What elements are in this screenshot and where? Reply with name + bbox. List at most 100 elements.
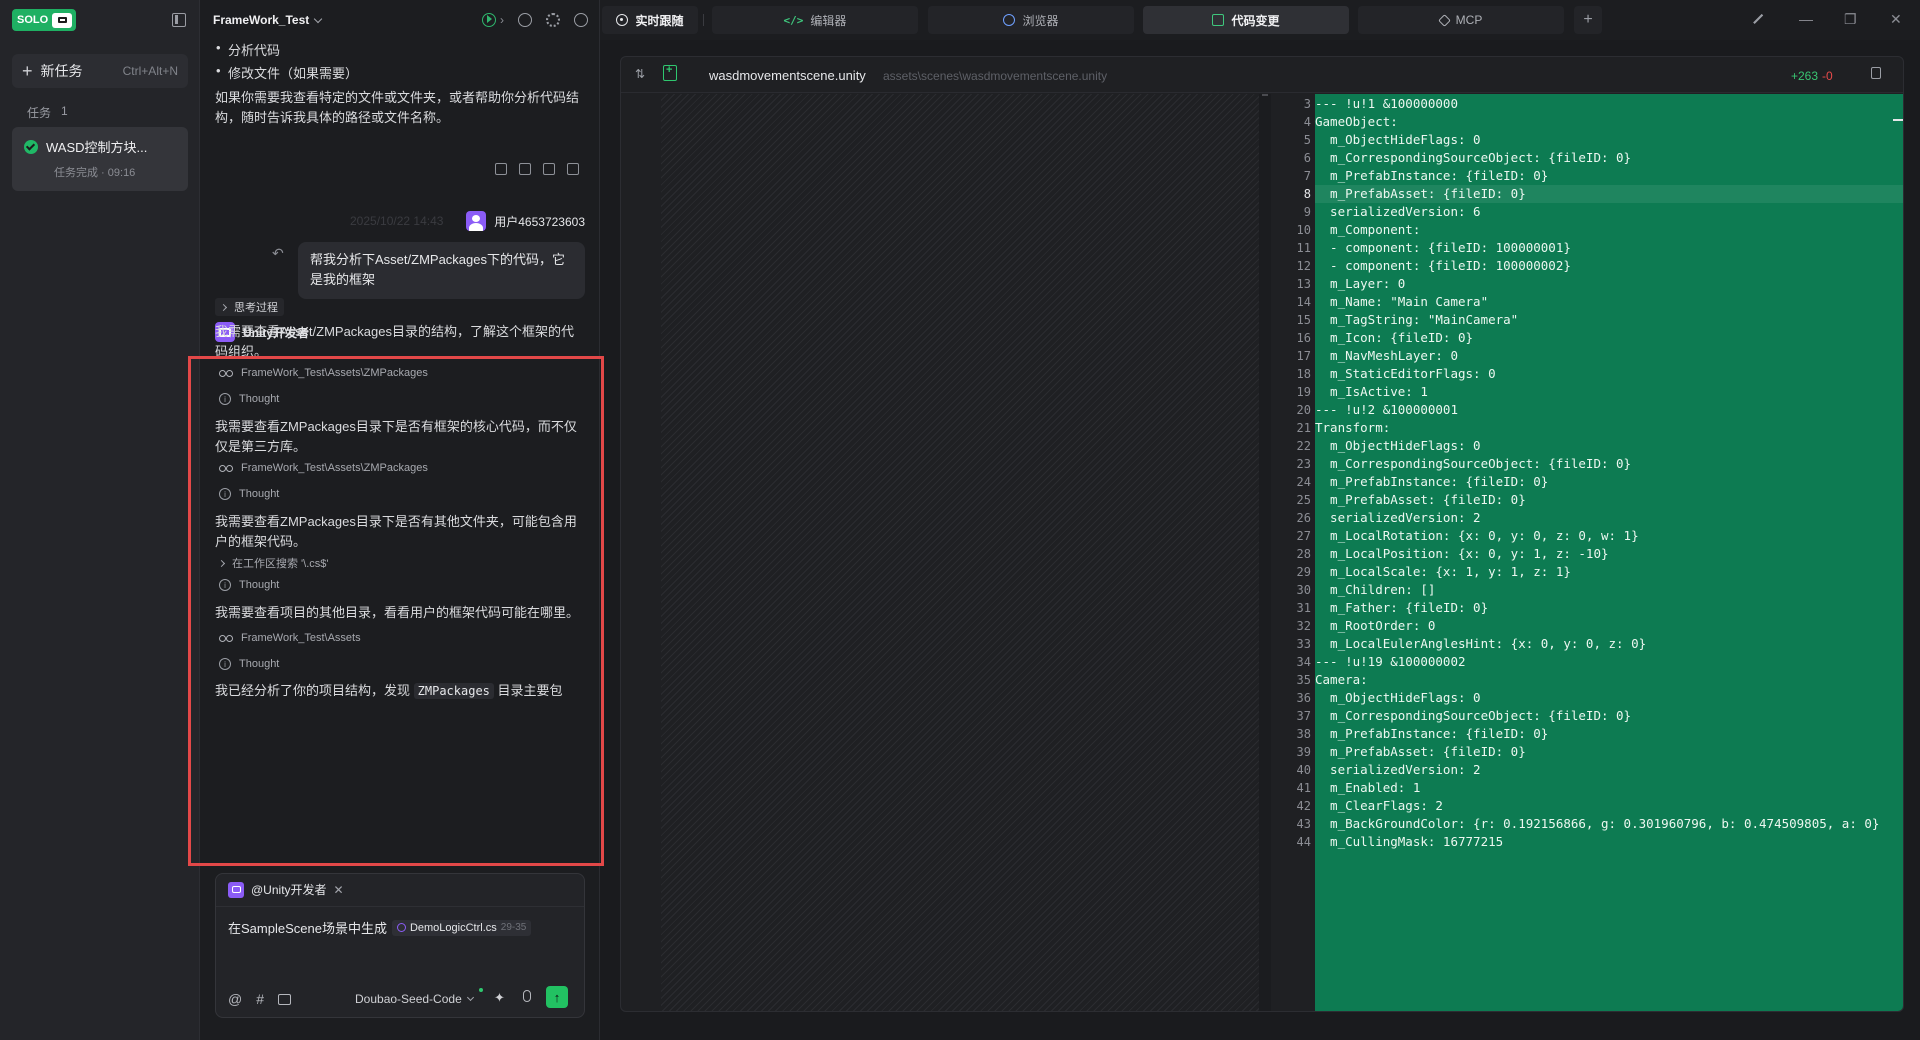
code-line[interactable]: m_CorrespondingSourceObject: {fileID: 0}: [1315, 707, 1631, 725]
pane-splitter[interactable]: [1259, 94, 1271, 1011]
code-line[interactable]: m_NavMeshLayer: 0: [1315, 347, 1458, 365]
code-line[interactable]: m_StaticEditorFlags: 0: [1315, 365, 1496, 383]
code-line[interactable]: m_Name: "Main Camera": [1315, 293, 1488, 311]
run-icon[interactable]: [482, 13, 496, 27]
code-line[interactable]: Transform:: [1315, 419, 1390, 437]
code-line[interactable]: m_Father: {fileID: 0}: [1315, 599, 1488, 617]
status-dot: [479, 988, 483, 992]
model-selector[interactable]: Doubao-Seed-Code: [355, 992, 474, 1006]
code-line[interactable]: m_PrefabInstance: {fileID: 0}: [1315, 473, 1548, 491]
think-process-toggle[interactable]: 思考过程: [215, 298, 284, 316]
code-line[interactable]: - component: {fileID: 100000001}: [1315, 239, 1571, 257]
line-number: 29: [1296, 565, 1311, 579]
tab-label: MCP: [1455, 13, 1483, 27]
code-line[interactable]: --- !u!2 &100000001: [1315, 401, 1458, 419]
code-line[interactable]: --- !u!19 &100000002: [1315, 653, 1466, 671]
scroll-indicator[interactable]: [1893, 119, 1903, 121]
code-line[interactable]: m_ClearFlags: 2: [1315, 797, 1443, 815]
code-line[interactable]: m_Icon: {fileID: 0}: [1315, 329, 1473, 347]
code-line[interactable]: m_LocalPosition: {x: 0, y: 1, z: -10}: [1315, 545, 1608, 563]
deletions-count: -0: [1822, 69, 1833, 83]
code-line[interactable]: m_CorrespondingSourceObject: {fileID: 0}: [1315, 149, 1631, 167]
new-task-label: 新任务: [40, 63, 83, 79]
code-line[interactable]: m_Enabled: 1: [1315, 779, 1420, 797]
regenerate-icon[interactable]: [567, 163, 579, 175]
code-line[interactable]: m_CullingMask: 16777215: [1315, 833, 1503, 851]
line-number: 9: [1303, 205, 1311, 219]
code-line[interactable]: m_PrefabInstance: {fileID: 0}: [1315, 167, 1548, 185]
code-line[interactable]: m_TagString: "MainCamera": [1315, 311, 1518, 329]
task-item[interactable]: WASD控制方块... 任务完成 · 09:16: [12, 127, 188, 191]
at-icon[interactable]: @: [228, 991, 242, 1007]
code-line[interactable]: m_ObjectHideFlags: 0: [1315, 437, 1481, 455]
tab-label: 代码变更: [1231, 13, 1280, 28]
code-line[interactable]: m_RootOrder: 0: [1315, 617, 1435, 635]
tab-browser[interactable]: 浏览器: [928, 6, 1134, 34]
image-icon[interactable]: [278, 993, 292, 1005]
hash-icon[interactable]: #: [256, 991, 264, 1007]
tab-mcp[interactable]: MCP: [1358, 6, 1564, 34]
code-line[interactable]: m_PrefabAsset: {fileID: 0}: [1315, 185, 1526, 203]
code-line[interactable]: serializedVersion: 6: [1315, 203, 1481, 221]
tab-live-follow[interactable]: 实时跟随: [602, 6, 698, 34]
close-icon[interactable]: ✕: [1890, 11, 1902, 28]
gear-icon[interactable]: [546, 13, 560, 27]
send-button[interactable]: ↑: [546, 986, 568, 1008]
line-number: 7: [1303, 169, 1311, 183]
code-line[interactable]: m_Children: []: [1315, 581, 1435, 599]
sparkle-icon[interactable]: ✦: [494, 990, 505, 1006]
agent-mention[interactable]: @Unity开发者 ✕: [228, 881, 344, 898]
code-line[interactable]: m_ObjectHideFlags: 0: [1315, 131, 1481, 149]
code-line[interactable]: serializedVersion: 2: [1315, 761, 1481, 779]
add-tab-button[interactable]: +: [1574, 6, 1602, 34]
tab-editor[interactable]: </> 编辑器: [712, 6, 918, 34]
line-number: 40: [1296, 763, 1311, 777]
code-line[interactable]: m_IsActive: 1: [1315, 383, 1428, 401]
line-number: 20: [1296, 403, 1311, 417]
account-icon[interactable]: [574, 13, 588, 27]
line-number: 21: [1296, 421, 1311, 435]
collapse-icon[interactable]: [1752, 13, 1764, 25]
code-line[interactable]: m_LocalEulerAnglesHint: {x: 0, y: 0, z: …: [1315, 635, 1646, 653]
code-line[interactable]: m_PrefabAsset: {fileID: 0}: [1315, 743, 1526, 761]
code-line[interactable]: serializedVersion: 2: [1315, 509, 1481, 527]
file-header: ⇅ wasdmovementscene.unity assets\scenes\…: [621, 57, 1903, 93]
tab-bar: 实时跟随 </> 编辑器 浏览器 代码变更 MCP + — ❐ ✕: [600, 0, 1920, 40]
copy-icon[interactable]: [1871, 67, 1881, 79]
line-number: 28: [1296, 547, 1311, 561]
undo-icon[interactable]: ↶: [272, 245, 284, 262]
code-line[interactable]: m_LocalRotation: {x: 0, y: 0, z: 0, w: 1…: [1315, 527, 1639, 545]
file-name[interactable]: wasdmovementscene.unity: [709, 68, 866, 83]
project-selector[interactable]: FrameWork_Test: [213, 13, 323, 27]
minimize-icon[interactable]: —: [1799, 11, 1813, 27]
code-line[interactable]: GameObject:: [1315, 113, 1398, 131]
thumbs-up-icon[interactable]: [495, 163, 507, 175]
code-line[interactable]: m_PrefabInstance: {fileID: 0}: [1315, 725, 1548, 743]
code-line[interactable]: m_Layer: 0: [1315, 275, 1405, 293]
app-window: SOLO + 新任务 Ctrl+Alt+N 任务 1 WASD控制方块... 任…: [0, 0, 1920, 1040]
copy-icon[interactable]: [543, 163, 555, 175]
sidebar-toggle-icon[interactable]: [172, 13, 186, 27]
code-line[interactable]: m_CorrespondingSourceObject: {fileID: 0}: [1315, 455, 1631, 473]
restore-icon[interactable]: ❐: [1844, 11, 1857, 28]
tab-code-changes[interactable]: 代码变更: [1143, 6, 1349, 34]
message-input[interactable]: 在SampleScene场景中生成 DemoLogicCtrl.cs 29-35: [228, 918, 532, 937]
history-icon[interactable]: [518, 13, 532, 27]
chat-composer[interactable]: @Unity开发者 ✕ 在SampleScene场景中生成 DemoLogicC…: [215, 873, 585, 1018]
code-line[interactable]: m_ObjectHideFlags: 0: [1315, 689, 1481, 707]
file-reference-chip[interactable]: DemoLogicCtrl.cs 29-35: [391, 919, 532, 936]
code-line[interactable]: m_BackGroundColor: {r: 0.192156866, g: 0…: [1315, 815, 1879, 833]
microphone-icon[interactable]: [523, 990, 531, 1002]
plus-icon: +: [22, 61, 33, 81]
code-line[interactable]: Camera:: [1315, 671, 1368, 689]
code-line[interactable]: m_Component:: [1315, 221, 1420, 239]
code-line[interactable]: - component: {fileID: 100000002}: [1315, 257, 1571, 275]
solo-logo[interactable]: SOLO: [12, 9, 77, 31]
chevron-right-icon[interactable]: ›: [500, 13, 504, 27]
code-line[interactable]: --- !u!1 &100000000: [1315, 95, 1458, 113]
new-task-button[interactable]: + 新任务 Ctrl+Alt+N: [12, 54, 188, 88]
code-line[interactable]: m_LocalScale: {x: 1, y: 1, z: 1}: [1315, 563, 1571, 581]
collapse-arrows-icon[interactable]: ⇅: [635, 67, 645, 81]
code-line[interactable]: m_PrefabAsset: {fileID: 0}: [1315, 491, 1526, 509]
thumbs-down-icon[interactable]: [519, 163, 531, 175]
